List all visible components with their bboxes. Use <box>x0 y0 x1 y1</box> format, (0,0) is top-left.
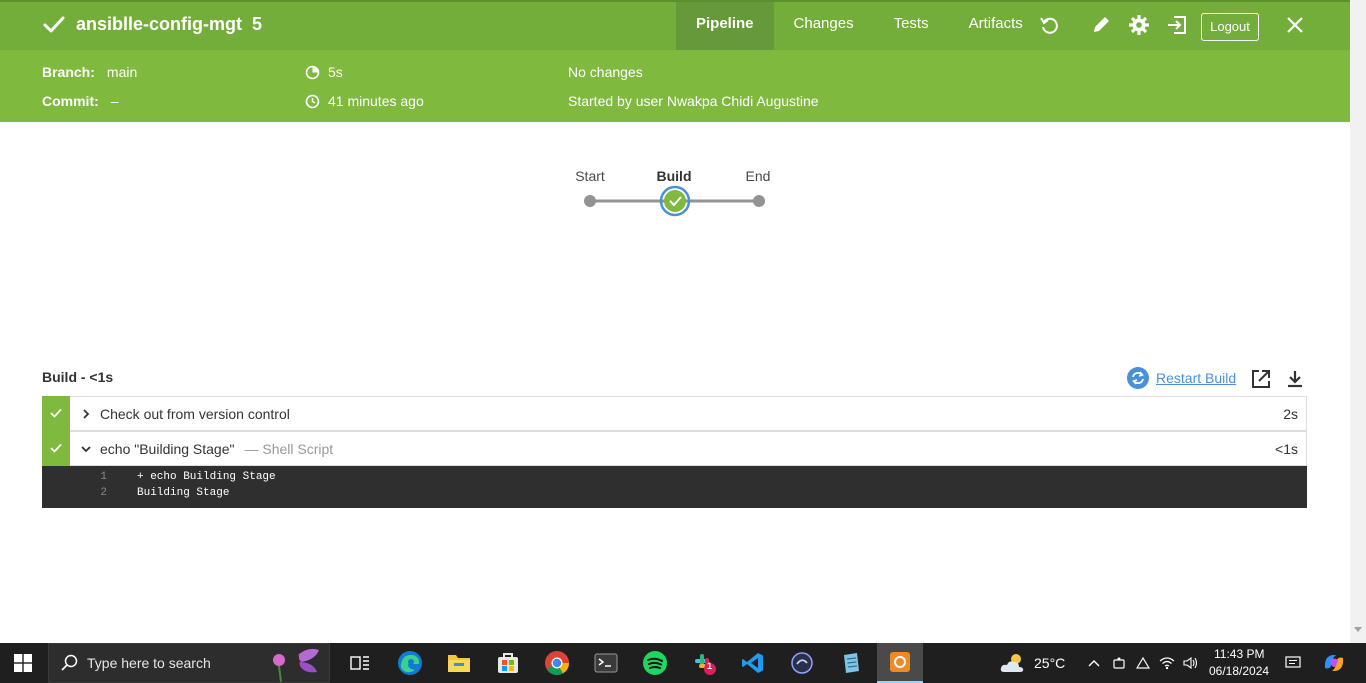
stage-label-build[interactable]: Build <box>657 168 692 184</box>
branch-label: Branch: <box>42 64 95 80</box>
slack-icon[interactable]: 1 <box>681 643 727 683</box>
pipeline-graph: Start Build End <box>560 160 800 230</box>
speaker-icon[interactable] <box>1180 643 1202 683</box>
tab-changes[interactable]: Changes <box>774 2 874 50</box>
taskbar-search-input[interactable]: Type here to search <box>48 643 330 683</box>
commit-label: Commit: <box>42 93 99 109</box>
log-line-text: + echo Building Stage <box>137 471 276 483</box>
step-success-icon <box>42 430 70 466</box>
file-explorer-icon[interactable] <box>436 643 482 683</box>
clock-icon <box>305 94 320 108</box>
stage-node-end[interactable] <box>753 195 765 207</box>
started-ago: 41 minutes ago <box>328 93 424 109</box>
notifications-icon[interactable] <box>1280 643 1306 683</box>
chevron-down-icon[interactable] <box>78 444 94 454</box>
tab-bar: Pipeline Changes Tests Artifacts <box>676 2 1043 50</box>
clock-date[interactable]: 06/18/2024 <box>1209 664 1269 678</box>
active-app-icon[interactable] <box>877 643 923 683</box>
changes-info: No changes <box>568 64 643 80</box>
microsoft-store-icon[interactable] <box>485 643 531 683</box>
branch-info: Branch: main <box>42 64 137 80</box>
close-icon[interactable] <box>1282 12 1308 38</box>
download-icon[interactable] <box>1284 368 1306 390</box>
restart-icon <box>1127 367 1149 389</box>
edge-browser-icon[interactable] <box>387 643 433 683</box>
started-by-info: Started by user Nwakpa Chidi Augustine <box>568 93 819 109</box>
notepad-icon[interactable] <box>828 643 874 683</box>
stage-detail-title: Build - <1s <box>42 369 114 385</box>
restart-build-link[interactable]: Restart Build <box>1126 366 1236 390</box>
started-info: 41 minutes ago <box>305 93 424 109</box>
step-duration: 2s <box>1283 405 1298 422</box>
edit-pencil-icon[interactable] <box>1088 12 1114 38</box>
open-external-icon[interactable] <box>1250 368 1272 390</box>
step-name: Check out from version control <box>100 405 290 422</box>
step-name: echo "Building Stage" <box>100 440 235 457</box>
run-summary: Branch: main Commit: – 5s 41 minutes ago… <box>0 50 1350 122</box>
logout-button[interactable]: Logout <box>1201 13 1259 41</box>
step-row[interactable]: echo "Building Stage" — Shell Script <1s <box>42 430 1307 466</box>
changes-value: No changes <box>568 64 643 80</box>
stage-node-build[interactable] <box>664 190 686 212</box>
log-line-text: Building Stage <box>137 487 230 499</box>
stage-label-end[interactable]: End <box>746 168 771 184</box>
exit-to-classic-icon[interactable] <box>1164 12 1190 38</box>
step-duration: <1s <box>1275 440 1298 457</box>
stage-label-start[interactable]: Start <box>575 168 605 184</box>
weather-cloud-icon[interactable] <box>990 643 1036 683</box>
chrome-browser-icon[interactable] <box>534 643 580 683</box>
duration-value: 5s <box>328 64 343 80</box>
run-title: ansiblle-config-mgt 5 <box>40 10 262 38</box>
top-bar: ansiblle-config-mgt 5 Pipeline Changes T… <box>0 0 1350 50</box>
started-by: Started by user Nwakpa Chidi Augustine <box>568 93 819 109</box>
commit-info: Commit: – <box>42 93 119 109</box>
gear-icon[interactable] <box>1126 12 1152 38</box>
step-log-output[interactable]: 1 + echo Building Stage 2 Building Stage <box>42 466 1307 508</box>
page-scrollbar[interactable] <box>1350 0 1366 643</box>
rerun-icon[interactable] <box>1036 12 1062 38</box>
chevron-up-icon[interactable] <box>1082 643 1106 683</box>
temperature[interactable]: 25°C <box>1034 655 1065 671</box>
onedrive-icon[interactable] <box>1132 643 1154 683</box>
tab-tests[interactable]: Tests <box>874 2 949 50</box>
vscode-icon[interactable] <box>730 643 776 683</box>
butterfly-flower-icon <box>273 648 319 682</box>
windows-taskbar: Type here to search 1 25°C 11:43 PM 06/1… <box>0 643 1366 683</box>
stage-node-start[interactable] <box>584 195 596 207</box>
search-icon <box>61 654 78 671</box>
step-type: — Shell Script <box>244 440 334 457</box>
terminal-icon[interactable] <box>583 643 629 683</box>
tab-artifacts[interactable]: Artifacts <box>949 2 1043 50</box>
log-line-number[interactable]: 2 <box>87 487 107 499</box>
clock-time[interactable]: 11:43 PM <box>1214 647 1264 661</box>
job-title: ansiblle-config-mgt <box>76 13 242 34</box>
scroll-down-icon[interactable] <box>1354 627 1362 633</box>
restart-build-label: Restart Build <box>1156 370 1237 386</box>
duration-icon <box>305 65 320 79</box>
chevron-right-icon[interactable] <box>78 408 94 419</box>
wifi-icon[interactable] <box>1156 643 1178 683</box>
commit-value: – <box>110 93 119 109</box>
app-circle-icon[interactable] <box>779 643 825 683</box>
run-number: 5 <box>252 13 263 34</box>
tab-pipeline[interactable]: Pipeline <box>676 2 774 50</box>
windows-start-icon[interactable] <box>0 643 46 683</box>
success-check-icon <box>43 16 65 33</box>
log-line: 1 + echo Building Stage <box>42 471 1307 487</box>
step-success-icon <box>42 395 70 431</box>
log-line: 2 Building Stage <box>42 487 1307 503</box>
slack-badge: 1 <box>707 661 713 671</box>
branch-value: main <box>106 64 138 80</box>
meet-now-icon[interactable] <box>1108 643 1130 683</box>
log-line-number[interactable]: 1 <box>87 471 107 483</box>
duration-info: 5s <box>305 64 343 80</box>
search-placeholder: Type here to search <box>87 655 211 671</box>
task-view-icon[interactable] <box>337 643 383 683</box>
step-row[interactable]: Check out from version control 2s <box>42 395 1307 431</box>
spotify-icon[interactable] <box>632 643 678 683</box>
copilot-icon[interactable] <box>1316 643 1352 683</box>
